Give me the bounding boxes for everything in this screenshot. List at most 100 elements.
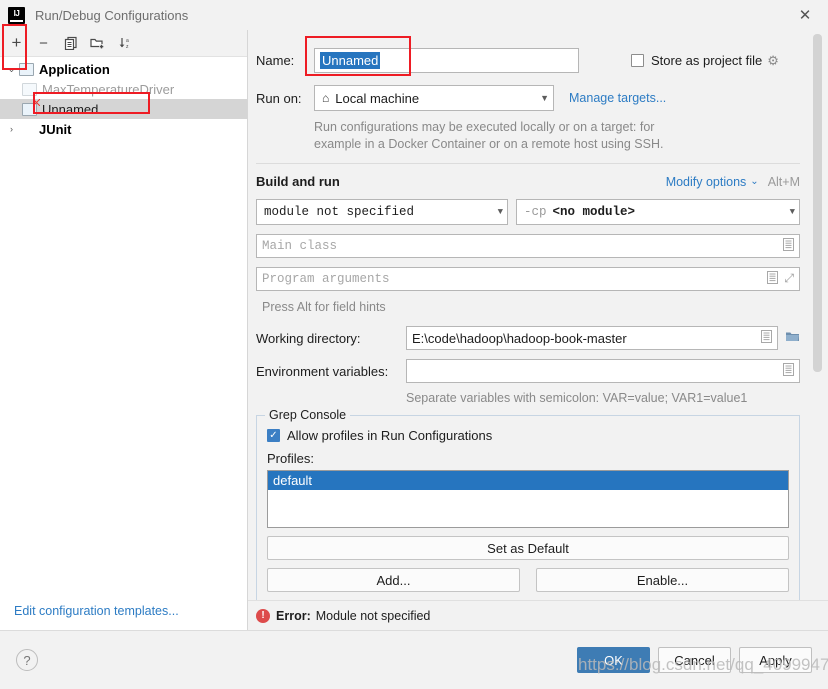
store-as-project-file-label: Store as project file (651, 53, 763, 68)
classpath-value: <no module> (552, 205, 636, 219)
help-button[interactable]: ? (16, 649, 38, 671)
working-directory-value: E:\code\hadoop\hadoop-book-master (412, 330, 627, 346)
allow-profiles-label: Allow profiles in Run Configurations (287, 428, 493, 443)
manage-targets-link[interactable]: Manage targets... (569, 91, 666, 105)
application-icon (22, 82, 38, 96)
remove-configuration-button[interactable]: − (30, 31, 57, 55)
add-configuration-button[interactable]: + (3, 31, 30, 55)
list-item[interactable]: default (268, 471, 788, 490)
module-select[interactable]: module not specified ▼ (256, 199, 508, 225)
copy-configuration-button[interactable] (57, 31, 84, 55)
set-as-default-button[interactable]: Set as Default (267, 536, 789, 560)
move-into-folder-button[interactable] (84, 31, 111, 55)
main-class-placeholder: Main class (262, 239, 338, 253)
tree-node-maxtemperaturedriver[interactable]: MaxTemperatureDriver (0, 79, 247, 99)
run-on-hint-line-1: Run configurations may be executed local… (314, 120, 655, 134)
run-on-value: Local machine (335, 90, 420, 106)
field-hint: Press Alt for field hints (262, 300, 386, 314)
name-input-value: Unnamed (320, 52, 381, 69)
edit-configuration-templates-link[interactable]: Edit configuration templates... (14, 604, 179, 618)
profiles-list[interactable]: default (267, 470, 789, 528)
error-message: Module not specified (315, 608, 431, 623)
status-bar: ! Error: Module not specified (248, 600, 828, 630)
classpath-prefix: -cp (524, 205, 547, 219)
application-icon (19, 62, 35, 76)
tree-node-label: JUnit (39, 121, 72, 137)
run-on-select[interactable]: ⌂ Local machine ▼ (314, 85, 554, 111)
environment-variables-row: Environment variables: (256, 359, 800, 383)
error-prefix: Error: (276, 608, 311, 623)
add-profile-button[interactable]: Add... (267, 568, 520, 592)
close-icon[interactable]: ✕ (782, 0, 828, 30)
window-titlebar: IJ Run/Debug Configurations ✕ (0, 0, 828, 30)
configuration-editor-scroll: Name: Unnamed Store as project file ⚙ Ru… (248, 30, 828, 600)
run-on-hint-line-2: example in a Docker Container or on a re… (314, 137, 664, 151)
program-arguments-input[interactable]: Program arguments ⤢ (256, 267, 800, 291)
chevron-down-icon[interactable]: ⌄ (750, 176, 758, 187)
watermark: https://blog.csdn.net/qq_40999479 (578, 655, 828, 674)
dialog-body: + − az ⌄ Application MaxTemperatureDrive… (0, 30, 828, 630)
section-divider (256, 163, 800, 164)
enable-profile-button[interactable]: Enable... (536, 568, 789, 592)
chevron-down-icon[interactable]: ⌄ (4, 64, 19, 75)
tree-node-label: MaxTemperatureDriver (42, 81, 175, 97)
allow-profiles-checkbox[interactable]: ✓ (267, 429, 280, 442)
tree-node-label: Application (39, 61, 110, 77)
svg-text:z: z (126, 44, 129, 50)
browse-arguments-icon[interactable] (767, 270, 779, 288)
build-and-run-title: Build and run (256, 174, 340, 189)
environment-hint: Separate variables with semicolon: VAR=v… (406, 391, 748, 405)
home-icon: ⌂ (322, 91, 330, 105)
browse-environment-icon[interactable] (783, 363, 794, 379)
sort-configurations-button[interactable]: az (111, 31, 138, 55)
name-input[interactable]: Unnamed (314, 48, 579, 73)
intellij-logo-icon: IJ (8, 6, 25, 24)
gear-icon[interactable]: ⚙ (767, 53, 779, 69)
configurations-tree[interactable]: ⌄ Application MaxTemperatureDriver Unnam… (0, 57, 247, 592)
working-directory-input[interactable]: E:\code\hadoop\hadoop-book-master (406, 326, 778, 350)
run-on-hint: Run configurations may be executed local… (314, 119, 808, 153)
browse-directory-icon[interactable] (761, 330, 772, 346)
configurations-toolbar: + − az (0, 30, 247, 57)
configurations-panel: + − az ⌄ Application MaxTemperatureDrive… (0, 30, 248, 630)
program-arguments-placeholder: Program arguments (262, 272, 390, 286)
browse-class-icon[interactable] (783, 237, 794, 255)
run-on-label: Run on: (256, 90, 302, 106)
working-directory-label: Working directory: (256, 330, 361, 346)
module-row: module not specified ▼ -cp <no module> ▼ (256, 199, 800, 225)
modify-options-shortcut: Alt+M (767, 174, 800, 189)
module-value: module not specified (264, 205, 415, 219)
grep-console-legend: Grep Console (265, 408, 351, 422)
environment-variables-input[interactable] (406, 359, 800, 383)
chevron-down-icon[interactable]: ▼ (490, 207, 503, 217)
configuration-editor-panel: Name: Unnamed Store as project file ⚙ Ru… (248, 30, 828, 630)
store-as-project-file-checkbox[interactable] (631, 54, 644, 67)
profiles-label: Profiles: (267, 451, 314, 466)
edit-configuration-templates-row: Edit configuration templates... (0, 592, 247, 630)
junit-icon (19, 122, 35, 136)
allow-profiles-row: ✓ Allow profiles in Run Configurations (267, 428, 789, 443)
window-title: Run/Debug Configurations (35, 7, 189, 23)
tree-node-junit[interactable]: › JUnit (0, 119, 247, 139)
error-icon: ! (256, 608, 270, 623)
main-class-input[interactable]: Main class (256, 234, 800, 258)
tree-node-label: Unnamed (42, 101, 99, 117)
chevron-down-icon[interactable]: ▼ (782, 207, 795, 217)
intellij-logo-text: IJ (13, 9, 20, 18)
tree-node-application[interactable]: ⌄ Application (0, 59, 247, 79)
chevron-right-icon[interactable]: › (4, 124, 19, 134)
editor-scrollbar-thumb[interactable] (813, 34, 822, 372)
modify-options-link[interactable]: Modify options (666, 175, 747, 189)
program-arguments-row: Program arguments ⤢ (256, 267, 800, 291)
expand-arguments-icon[interactable]: ⤢ (784, 272, 794, 286)
application-error-icon (22, 99, 40, 116)
run-on-row: Run on: ⌂ Local machine ▼ Manage targets… (248, 85, 808, 111)
tree-node-unnamed[interactable]: Unnamed (0, 99, 247, 119)
environment-variables-label: Environment variables: (256, 363, 389, 379)
folder-icon[interactable] (785, 330, 800, 346)
classpath-select[interactable]: -cp <no module> ▼ (516, 199, 800, 225)
build-and-run-header: Build and run Modify options ⌄ Alt+M (256, 174, 800, 189)
chevron-down-icon[interactable]: ▼ (532, 93, 549, 103)
grep-console-group: Grep Console ✓ Allow profiles in Run Con… (256, 408, 800, 600)
working-directory-row: Working directory: E:\code\hadoop\hadoop… (256, 326, 800, 350)
